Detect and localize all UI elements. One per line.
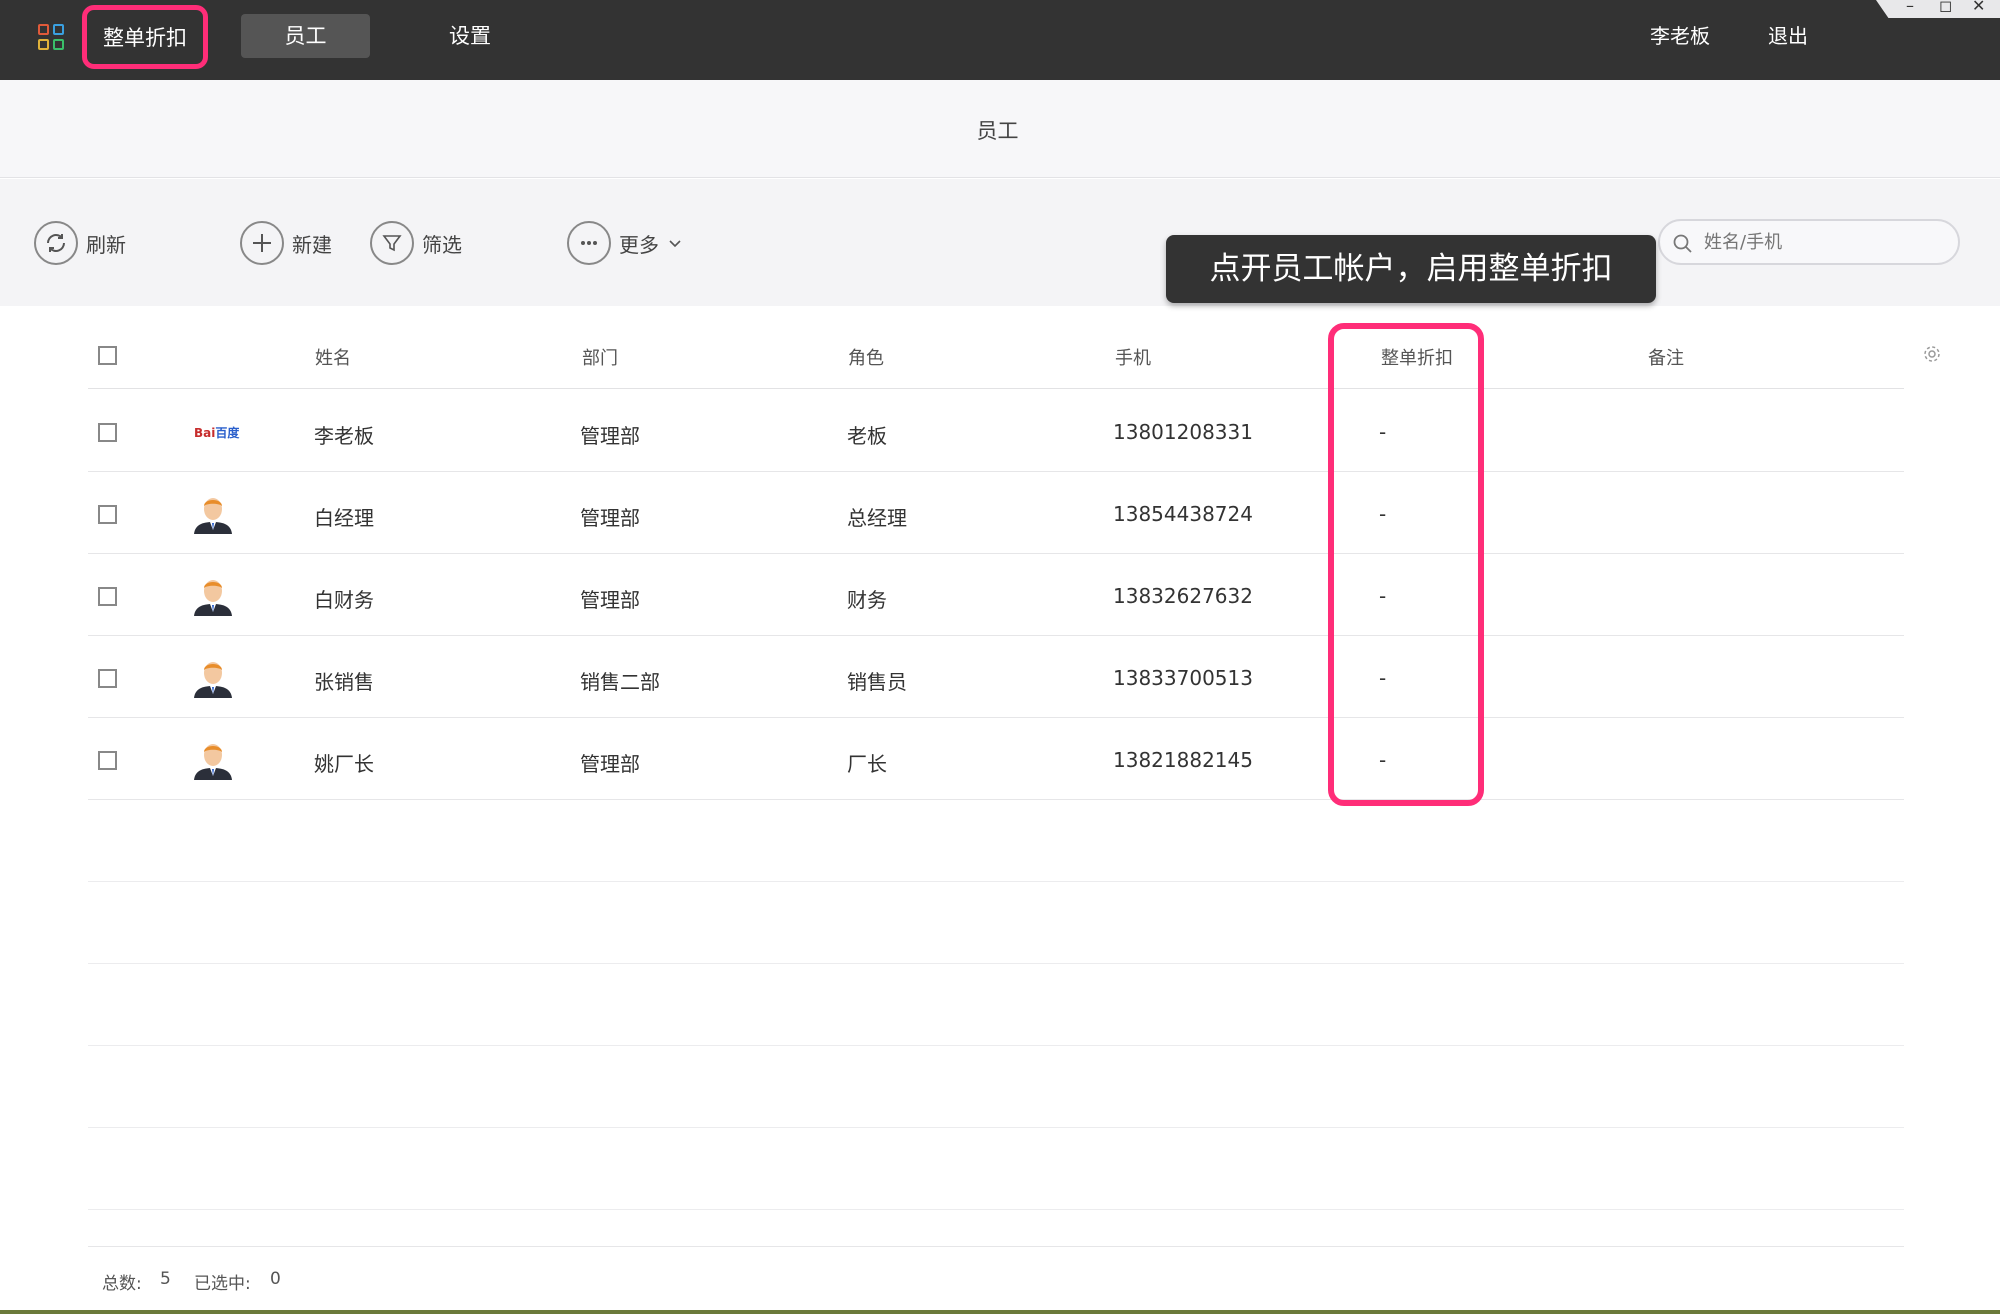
person-avatar-icon [194, 580, 232, 616]
cell-dept: 管理部 [580, 752, 640, 776]
select-all-checkbox[interactable] [98, 346, 117, 365]
filter-button[interactable]: 筛选 [370, 220, 462, 266]
table-row[interactable]: 白经理 管理部 总经理 13854438724 - [88, 472, 1904, 554]
cell-role: 销售员 [847, 670, 907, 694]
cell-phone: 13821882145 [1113, 748, 1253, 772]
cell-role: 总经理 [847, 506, 907, 530]
tab-staff[interactable]: 员工 [241, 14, 370, 58]
refresh-icon [34, 221, 78, 265]
page-title: 员工 [976, 119, 1019, 143]
table-row[interactable]: 白财务 管理部 财务 13832627632 - [88, 554, 1904, 636]
row-checkbox[interactable] [98, 587, 117, 606]
tab-order-discount[interactable]: 整单折扣 [82, 5, 208, 69]
more-label: 更多 [619, 232, 659, 257]
cell-dept: 管理部 [580, 424, 640, 448]
maximize-icon[interactable]: ◻ [1939, 0, 1952, 15]
selected-label: 已选中: [194, 1274, 251, 1294]
cell-role: 厂长 [847, 752, 887, 776]
table-row[interactable]: 张销售 销售二部 销售员 13833700513 - [88, 636, 1904, 718]
refresh-button[interactable]: 刷新 [34, 220, 126, 266]
column-header-dept[interactable]: 部门 [582, 344, 618, 370]
person-avatar-icon [194, 498, 232, 534]
more-dots-icon [567, 221, 611, 265]
row-checkbox[interactable] [98, 505, 117, 524]
person-avatar-icon [194, 744, 232, 780]
discount-column-highlight [1328, 323, 1484, 806]
search-icon [1673, 234, 1692, 253]
empty-row [88, 800, 1904, 882]
cell-phone: 13801208331 [1113, 420, 1253, 444]
table-header: 姓名 部门 角色 手机 整单折扣 备注 [88, 306, 1940, 389]
cell-role: 老板 [847, 424, 887, 448]
plus-icon [240, 221, 284, 265]
more-button[interactable]: 更多 [567, 220, 683, 266]
cell-role: 财务 [847, 588, 887, 612]
row-checkbox[interactable] [98, 751, 117, 770]
total-label: 总数: [102, 1274, 142, 1294]
chevron-down-icon [669, 240, 681, 248]
cell-phone: 13832627632 [1113, 584, 1253, 608]
column-header-role[interactable]: 角色 [848, 344, 884, 370]
gear-icon[interactable] [1922, 344, 1942, 364]
cell-phone: 13833700513 [1113, 666, 1253, 690]
cell-name: 白经理 [314, 506, 374, 530]
page-header: 员工 [0, 80, 2000, 178]
top-navigation-bar: 整单折扣 员工 设置 李老板 退出 – ◻ ✕ [0, 0, 2000, 80]
empty-row [88, 1046, 1904, 1128]
cell-dept: 管理部 [580, 588, 640, 612]
baidu-logo-avatar: Bai百度 [194, 426, 240, 440]
cell-phone: 13854438724 [1113, 502, 1253, 526]
current-user[interactable]: 李老板 [1650, 20, 1710, 49]
table-footer: 总数: 5 已选中: 0 [88, 1246, 1904, 1312]
selected-count: 0 [270, 1269, 281, 1289]
refresh-label: 刷新 [86, 232, 126, 257]
logout-link[interactable]: 退出 [1768, 20, 1808, 49]
cell-name: 姚厂长 [314, 752, 374, 776]
new-button[interactable]: 新建 [240, 220, 332, 266]
tab-settings[interactable]: 设置 [410, 14, 530, 58]
person-avatar-icon [194, 662, 232, 698]
window-controls: – ◻ ✕ [1876, 0, 2000, 18]
new-label: 新建 [292, 232, 332, 257]
cell-dept: 销售二部 [580, 670, 660, 694]
total-count: 5 [160, 1269, 171, 1289]
filter-icon [370, 221, 414, 265]
minimize-icon[interactable]: – [1906, 0, 1914, 15]
column-header-phone[interactable]: 手机 [1115, 344, 1151, 370]
desktop-strip [0, 1310, 2000, 1314]
empty-row [88, 882, 1904, 964]
table-row[interactable]: Bai百度 李老板 管理部 老板 13801208331 - [88, 390, 1904, 472]
search-box[interactable] [1658, 219, 1960, 265]
empty-row [88, 964, 1904, 1046]
column-header-note[interactable]: 备注 [1648, 344, 1684, 370]
cell-name: 白财务 [314, 588, 374, 612]
cell-name: 李老板 [314, 424, 374, 448]
guide-tooltip: 点开员工帐户，启用整单折扣 [1166, 235, 1656, 303]
empty-row [88, 1128, 1904, 1210]
row-checkbox[interactable] [98, 423, 117, 442]
close-icon[interactable]: ✕ [1972, 0, 1985, 15]
search-input[interactable] [1704, 227, 1944, 257]
toolbar: 刷新 新建 筛选 更多 [0, 179, 2000, 306]
cell-name: 张销售 [314, 670, 374, 694]
row-checkbox[interactable] [98, 669, 117, 688]
cell-dept: 管理部 [580, 506, 640, 530]
app-grid-icon[interactable] [38, 24, 66, 52]
table-row[interactable]: 姚厂长 管理部 厂长 13821882145 - [88, 718, 1904, 800]
filter-label: 筛选 [422, 232, 462, 257]
column-header-name[interactable]: 姓名 [315, 344, 351, 370]
